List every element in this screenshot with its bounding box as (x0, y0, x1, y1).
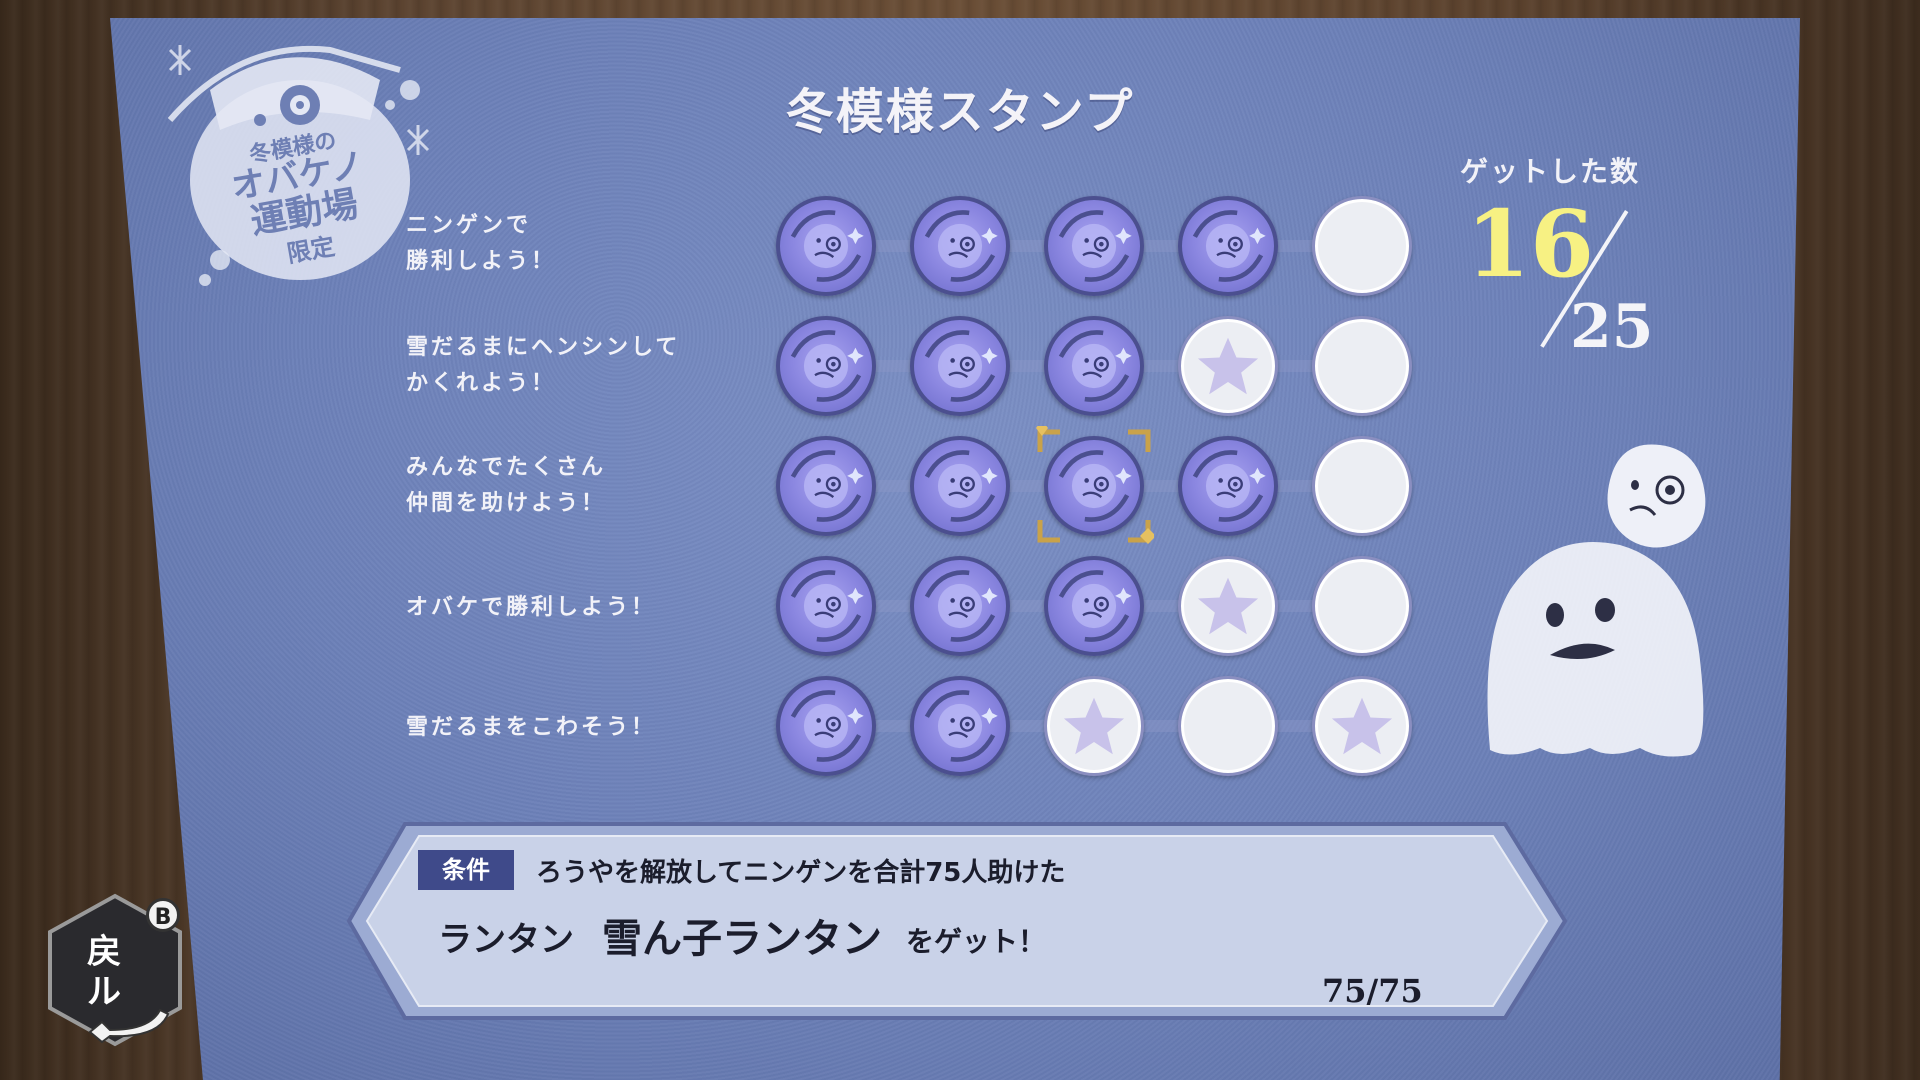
stamp-earned[interactable] (910, 316, 1010, 416)
condition-text: ろうやを解放してニンゲンを合計75人助けた (536, 858, 1066, 888)
star-icon (1063, 697, 1125, 755)
row-label-3: みんなでたくさん 仲間を助けよう！ (406, 455, 607, 516)
ghost-face-icon (924, 450, 998, 522)
ghost-face-icon (790, 450, 864, 522)
stamp-earned[interactable] (776, 556, 876, 656)
ghost-face-icon (924, 330, 998, 402)
ghost-face-icon (790, 210, 864, 282)
stamp-earned[interactable] (910, 676, 1010, 776)
back-button-label: 戻 ル (87, 932, 121, 1012)
stamp-earned[interactable] (1044, 316, 1144, 416)
stamp-empty[interactable] (1312, 196, 1412, 296)
ghost-face-icon (924, 570, 998, 642)
star-icon (1331, 697, 1393, 755)
stamp-empty[interactable] (1312, 316, 1412, 416)
ghost-face-icon (1192, 210, 1266, 282)
ghost-face-icon (790, 570, 864, 642)
ghost-face-icon (1058, 330, 1132, 402)
stamp-earned[interactable] (776, 676, 876, 776)
reward-suffix: をゲット！ (906, 925, 1047, 958)
ghost-mascot-icon (1487, 444, 1706, 757)
page-title: 冬模様スタンプ (785, 84, 1135, 140)
stamp-earned[interactable] (776, 436, 876, 536)
ghost-face-icon (1058, 210, 1132, 282)
stamp-earned[interactable] (910, 556, 1010, 656)
collected-count-label: ゲットした数 (1460, 155, 1641, 188)
stamp-earned[interactable] (910, 196, 1010, 296)
ghost-face-icon (924, 210, 998, 282)
stamp-locked-star[interactable] (1312, 676, 1412, 776)
stamp-earned[interactable] (776, 196, 876, 296)
collected-count-value: 16 (1466, 190, 1595, 298)
stamp-empty[interactable] (1178, 676, 1278, 776)
star-icon (1197, 337, 1259, 395)
ghost-face-icon (1192, 450, 1266, 522)
stamp-locked-star[interactable] (1044, 676, 1144, 776)
row-label-1: ニンゲンで 勝利しよう！ (406, 213, 557, 274)
stamp-locked-star[interactable] (1178, 316, 1278, 416)
b-key-badge: B (146, 898, 180, 932)
stamp-locked-star[interactable] (1178, 556, 1278, 656)
ghost-face-icon (790, 330, 864, 402)
stamp-earned[interactable] (1044, 556, 1144, 656)
stamp-earned[interactable] (776, 316, 876, 416)
ghost-face-icon (1058, 570, 1132, 642)
reward-name: 雪ん子ランタン (602, 916, 882, 962)
row-label-2: 雪だるまにヘンシンして かくれよう！ (406, 335, 681, 396)
ghost-face-icon (924, 690, 998, 762)
stamp-earned[interactable] (1178, 196, 1278, 296)
stamp-earned[interactable] (1044, 196, 1144, 296)
event-logo-text: 冬模様の オバケノ 運動場 限定 (212, 123, 392, 277)
selection-cursor-icon (1036, 426, 1154, 544)
condition-progress: 75/75 (1322, 972, 1423, 1010)
stamp-empty[interactable] (1312, 436, 1412, 536)
stamp-earned[interactable] (910, 436, 1010, 536)
stamp-earned[interactable] (1178, 436, 1278, 536)
stamp-empty[interactable] (1312, 556, 1412, 656)
row-label-5: 雪だるまをこわそう！ (406, 715, 657, 740)
star-icon (1197, 577, 1259, 635)
ghost-face-icon (790, 690, 864, 762)
condition-tag: 条件 (418, 850, 514, 890)
reward-category: ランタン (438, 920, 574, 960)
total-count-value: 25 (1570, 292, 1654, 362)
row-label-4: オバケで勝利しよう！ (406, 595, 657, 620)
